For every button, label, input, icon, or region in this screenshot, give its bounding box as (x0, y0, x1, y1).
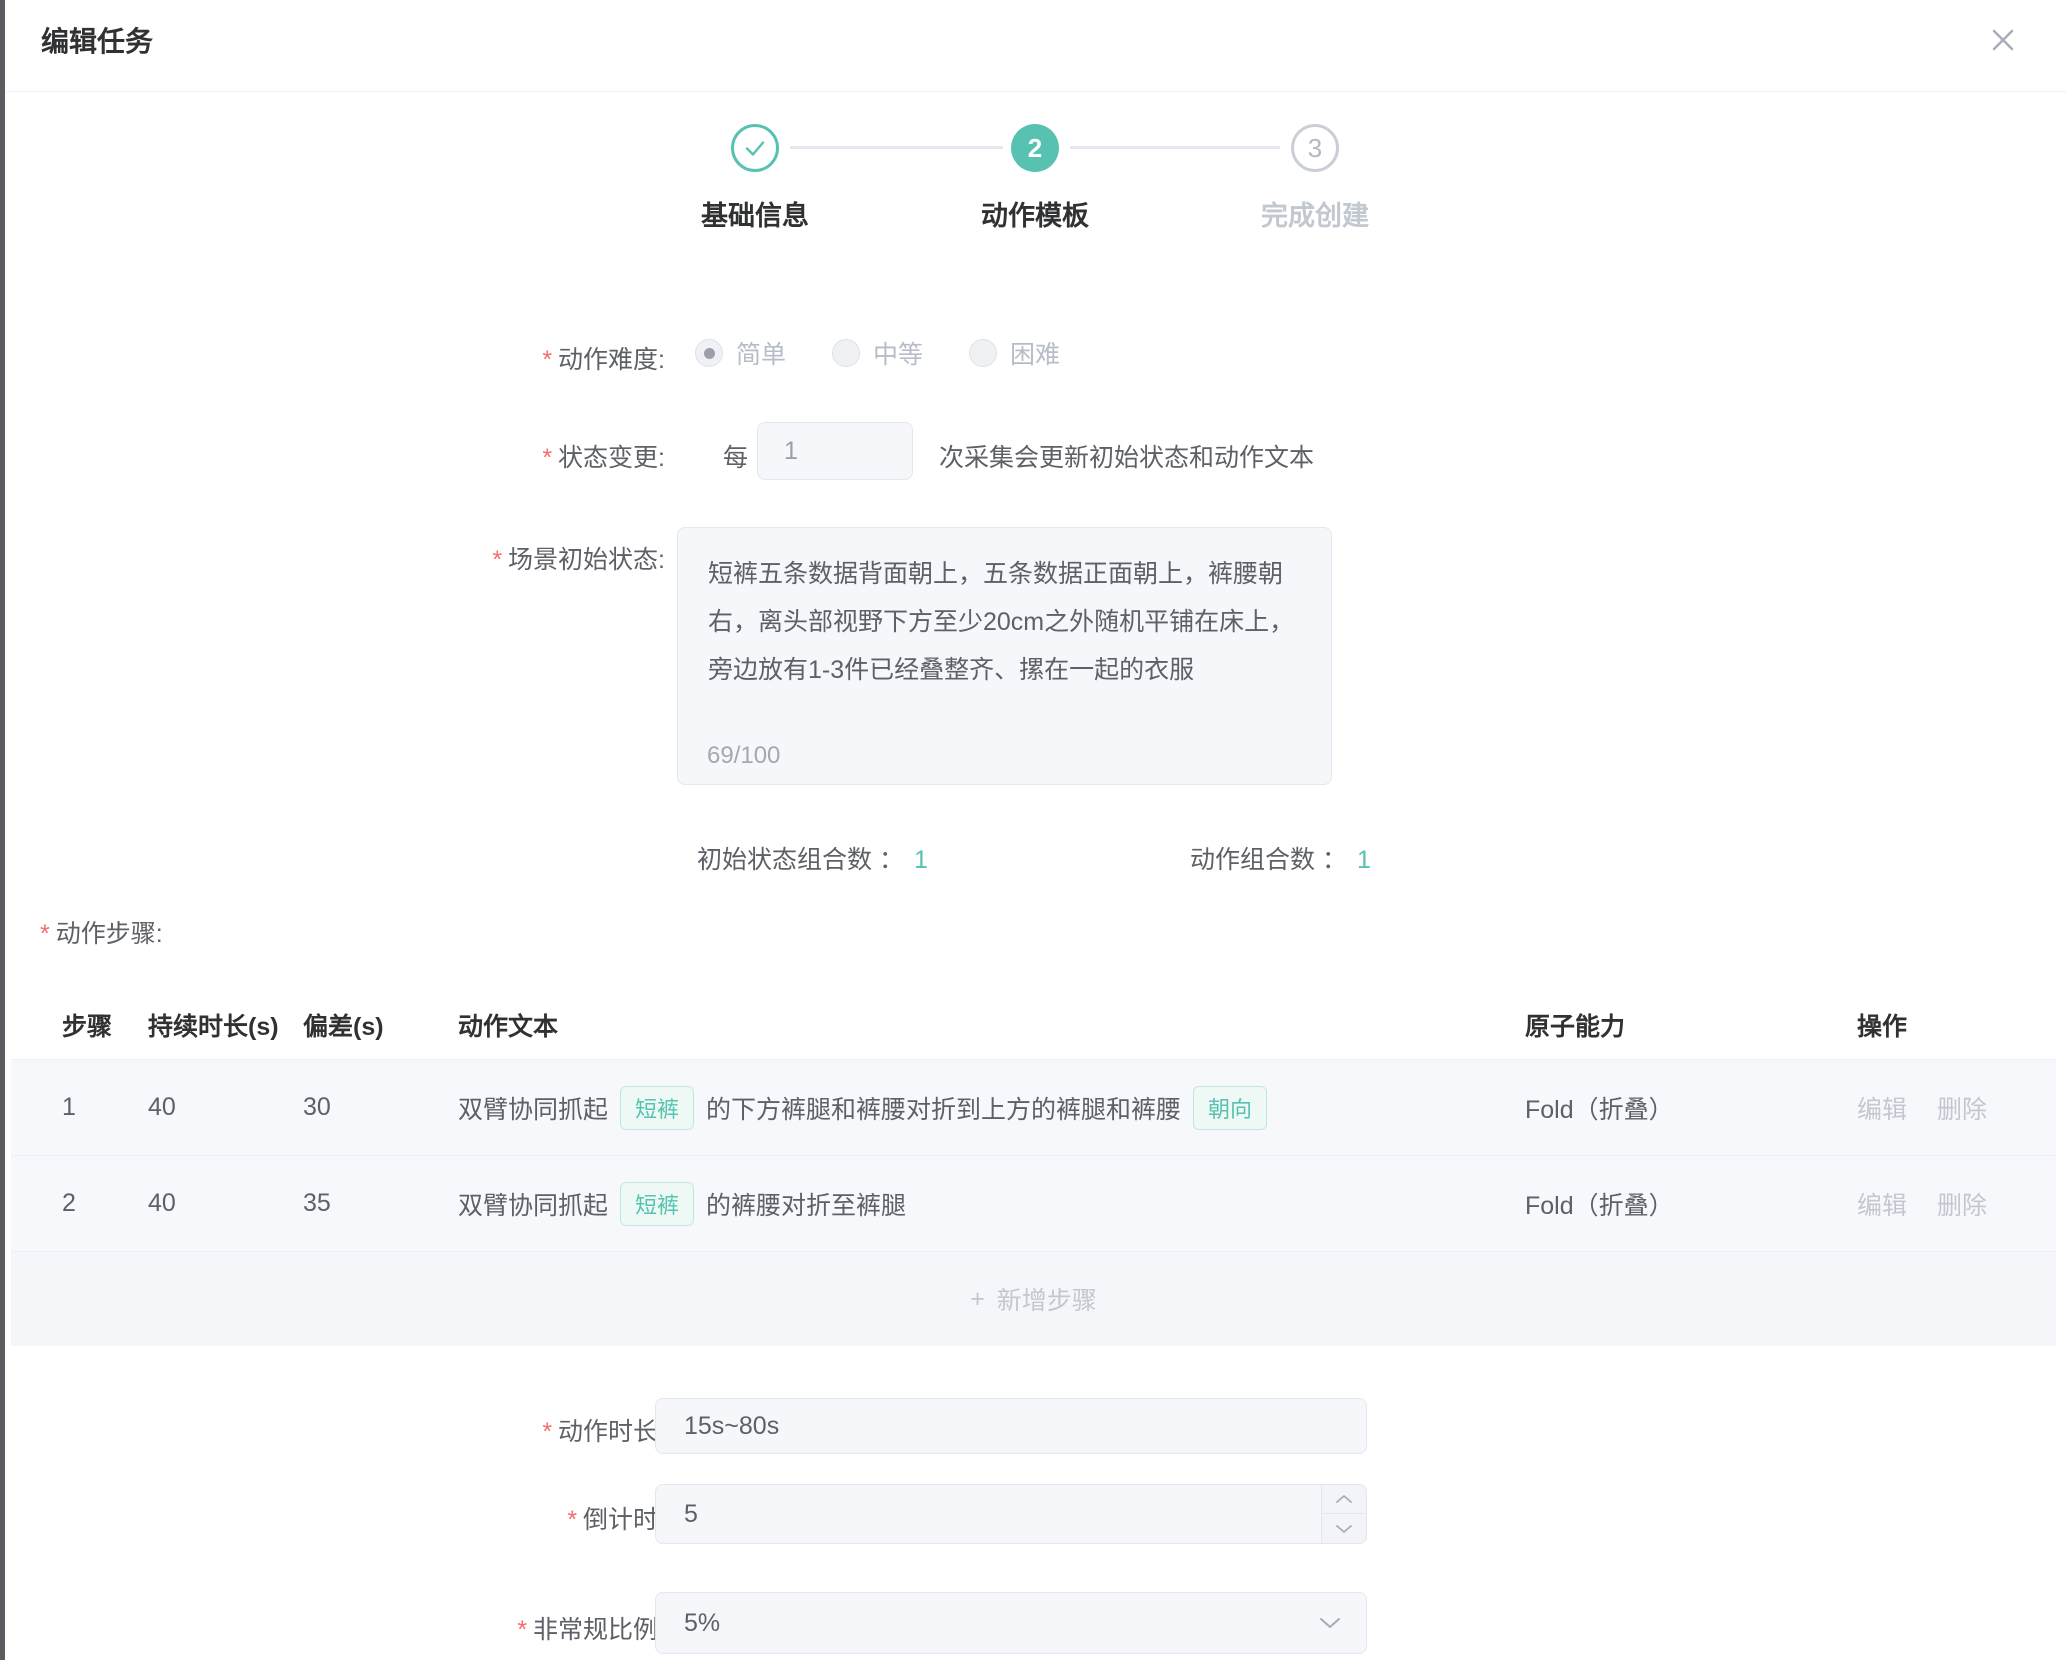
cell-deviation: 30 (303, 1093, 458, 1122)
plus-icon: + (970, 1285, 985, 1314)
dialog-title: 编辑任务 (41, 20, 153, 60)
cell-step: 1 (62, 1093, 148, 1122)
state-change-input[interactable]: 1 (757, 422, 913, 480)
dialog-header: 编辑任务 (5, 0, 2066, 92)
add-step-label: 新增步骤 (997, 1281, 1097, 1317)
required-mark: * (567, 1506, 577, 1534)
cell-ability: Fold（折叠） (1525, 1090, 1857, 1126)
step-connector (790, 146, 1003, 149)
state-change-suffix: 次采集会更新初始状态和动作文本 (939, 438, 1314, 474)
chevron-down-icon (1318, 1616, 1342, 1630)
unusual-ratio-select[interactable]: 5% (655, 1592, 1367, 1654)
step-3-indicator: 3 (1291, 124, 1339, 172)
object-tag: 短裤 (620, 1182, 694, 1226)
cell-action-text: 双臂协同抓起 短裤 的裤腰对折至裤腿 (458, 1182, 1525, 1226)
radio-hard-label: 困难 (1010, 335, 1060, 371)
cell-action-text: 双臂协同抓起 短裤 的下方裤腿和裤腰对折到上方的裤腿和裤腰 朝向 (458, 1086, 1525, 1130)
countdown-label: *倒计时: (45, 1500, 665, 1536)
unusual-ratio-label: *非常规比例: (45, 1610, 665, 1646)
cell-deviation: 35 (303, 1189, 458, 1218)
difficulty-radio-group: 简单 中等 困难 (695, 331, 1060, 375)
step-2-label: 动作模板 (915, 194, 1155, 233)
page: 编辑任务 2 3 基础信息 动作模板 完成创 (0, 0, 2066, 1660)
radio-medium[interactable]: 中等 (832, 335, 923, 371)
required-mark: * (40, 920, 50, 948)
col-header-duration: 持续时长(s) (148, 1007, 303, 1043)
action-combo-value: 1 (1357, 846, 1371, 874)
radio-icon (832, 339, 860, 367)
radio-easy-label: 简单 (736, 335, 786, 371)
table-header-row: 步骤 持续时长(s) 偏差(s) 动作文本 原子能力 操作 (11, 990, 2056, 1059)
duration-input[interactable]: 15s~80s (655, 1398, 1367, 1454)
check-icon (740, 133, 770, 163)
cell-duration: 40 (148, 1093, 303, 1122)
add-step-button[interactable]: + 新增步骤 (11, 1251, 2056, 1346)
step-3-number: 3 (1308, 133, 1322, 164)
col-header-ability: 原子能力 (1525, 1007, 1857, 1043)
required-mark: * (542, 346, 552, 374)
step-2-number: 2 (1028, 133, 1042, 164)
edit-task-dialog: 编辑任务 2 3 基础信息 动作模板 完成创 (5, 0, 2066, 1660)
cell-step: 2 (62, 1189, 148, 1218)
col-header-deviation: 偏差(s) (303, 1007, 458, 1043)
radio-medium-label: 中等 (873, 335, 923, 371)
radio-hard[interactable]: 困难 (969, 335, 1060, 371)
number-spinner (1321, 1484, 1367, 1544)
required-mark: * (492, 546, 502, 574)
increase-button[interactable] (1322, 1484, 1367, 1514)
radio-icon (695, 339, 723, 367)
countdown-input[interactable]: 5 (655, 1484, 1367, 1544)
delete-button[interactable]: 删除 (1937, 1186, 1987, 1222)
duration-label: *动作时长: (45, 1412, 665, 1448)
table-row: 1 40 30 双臂协同抓起 短裤 的下方裤腿和裤腰对折到上方的裤腿和裤腰 朝向… (11, 1059, 2056, 1155)
object-tag: 短裤 (620, 1086, 694, 1130)
step-2-indicator: 2 (1011, 124, 1059, 172)
radio-easy[interactable]: 简单 (695, 335, 786, 371)
radio-icon (969, 339, 997, 367)
decrease-button[interactable] (1322, 1514, 1367, 1544)
edit-button[interactable]: 编辑 (1857, 1186, 1907, 1222)
cell-operations: 编辑 删除 (1857, 1090, 2056, 1126)
col-header-text: 动作文本 (458, 1007, 1525, 1043)
col-header-step: 步骤 (62, 1007, 148, 1043)
difficulty-label: *动作难度: (45, 340, 665, 376)
step-1-indicator (731, 124, 779, 172)
step-connector (1070, 146, 1280, 149)
cell-ability: Fold（折叠） (1525, 1186, 1857, 1222)
required-mark: * (542, 1418, 552, 1446)
chevron-up-icon (1335, 1494, 1353, 1504)
unusual-ratio-value: 5% (684, 1609, 720, 1638)
step-1-label: 基础信息 (635, 194, 875, 233)
edit-button[interactable]: 编辑 (1857, 1090, 1907, 1126)
select-arrow (1318, 1593, 1342, 1653)
char-counter: 69/100 (707, 742, 780, 770)
table-row: 2 40 35 双臂协同抓起 短裤 的裤腰对折至裤腿 Fold（折叠） 编辑 删… (11, 1155, 2056, 1251)
cell-operations: 编辑 删除 (1857, 1186, 2056, 1222)
col-header-ops: 操作 (1857, 1007, 2056, 1043)
initial-state-label: *场景初始状态: (45, 540, 665, 576)
required-mark: * (517, 1616, 527, 1644)
step-3-label: 完成创建 (1195, 194, 1435, 233)
close-button[interactable] (1981, 18, 2025, 62)
cell-duration: 40 (148, 1189, 303, 1218)
action-steps-label: *动作步骤: (40, 914, 163, 950)
steps-table: 步骤 持续时长(s) 偏差(s) 动作文本 原子能力 操作 1 40 30 双臂… (11, 990, 2056, 1346)
close-icon (1987, 24, 2019, 56)
state-change-prefix: 每 (723, 438, 748, 474)
required-mark: * (542, 444, 552, 472)
initial-combo-count: 初始状态组合数 ：1 (697, 840, 928, 876)
state-change-label: *状态变更: (45, 438, 665, 474)
action-combo-count: 动作组合数 ：1 (1190, 840, 1371, 876)
chevron-down-icon (1335, 1524, 1353, 1534)
delete-button[interactable]: 删除 (1937, 1090, 1987, 1126)
orientation-tag: 朝向 (1193, 1086, 1267, 1130)
initial-combo-value: 1 (914, 846, 928, 874)
